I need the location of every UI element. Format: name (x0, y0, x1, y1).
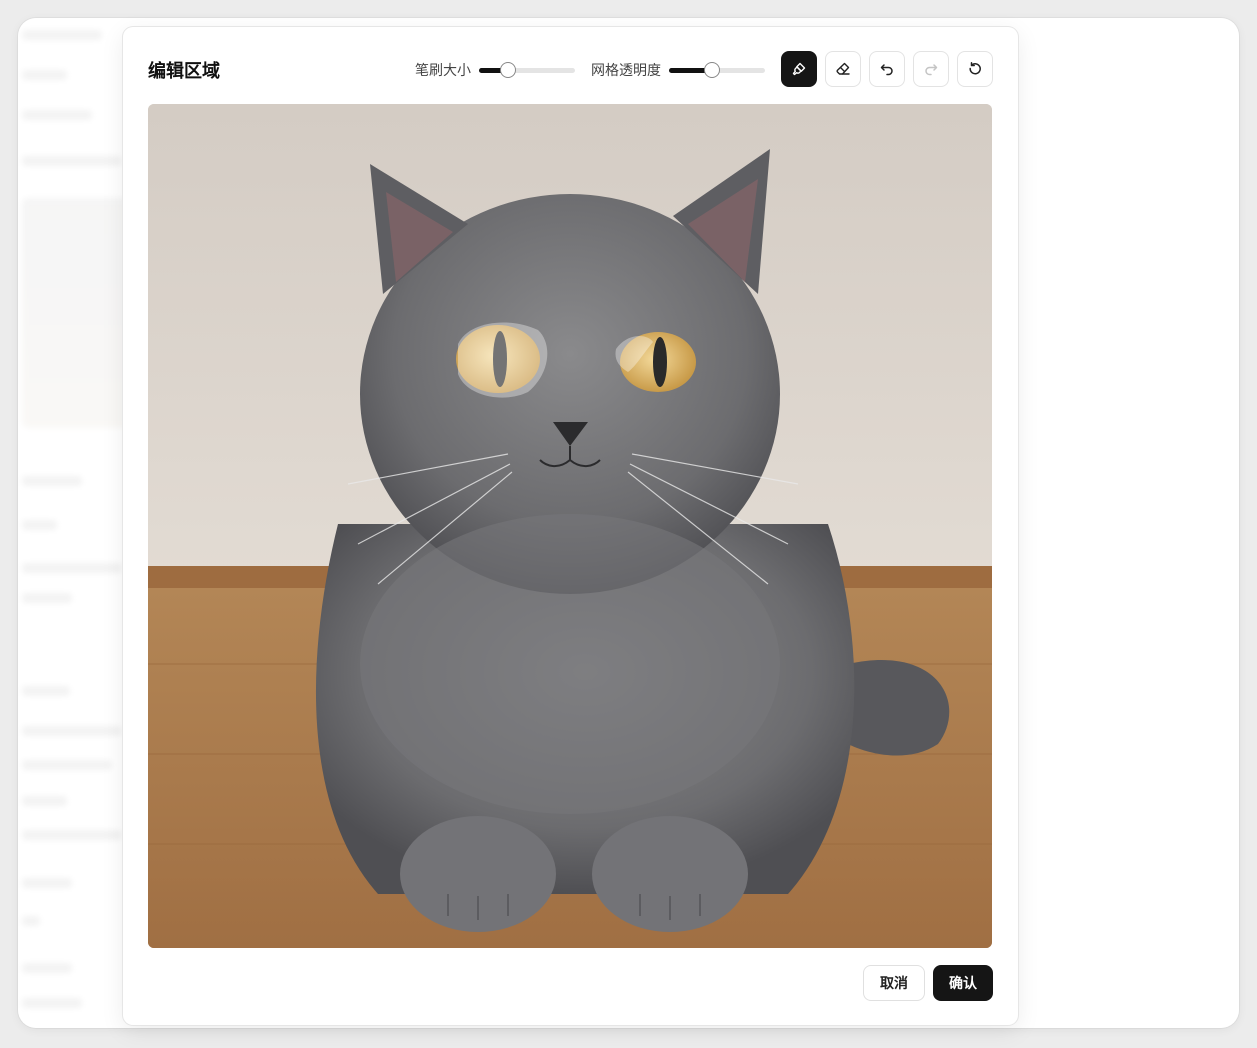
undo-button[interactable] (869, 51, 905, 87)
brush-tool-button[interactable] (781, 51, 817, 87)
redo-icon (925, 64, 938, 76)
reset-button[interactable] (957, 51, 993, 87)
eraser-tool-button[interactable] (825, 51, 861, 87)
brush-size-label: 笔刷大小 (415, 63, 471, 79)
undo-icon (880, 64, 893, 76)
modal-title: 编辑区域 (148, 61, 220, 82)
image-canvas[interactable] (148, 104, 992, 948)
cat-photo (148, 104, 992, 948)
grid-opacity-thumb[interactable] (704, 62, 721, 78)
eraser-icon (836, 62, 850, 75)
reset-icon (969, 62, 981, 75)
brush-icon (792, 62, 806, 76)
brush-size-control: 笔刷大小 (415, 60, 575, 80)
grid-opacity-slider[interactable] (669, 62, 765, 78)
edit-region-modal: 编辑区域 笔刷大小 网格透明度 取消 确认 (123, 27, 1018, 1025)
grid-opacity-label: 网格透明度 (591, 63, 661, 79)
brush-size-thumb[interactable] (499, 62, 516, 78)
redo-button[interactable] (913, 51, 949, 87)
confirm-button[interactable]: 确认 (933, 965, 993, 1001)
cancel-button[interactable]: 取消 (863, 965, 925, 1001)
grid-opacity-control: 网格透明度 (591, 60, 765, 80)
brush-size-slider[interactable] (479, 62, 575, 78)
